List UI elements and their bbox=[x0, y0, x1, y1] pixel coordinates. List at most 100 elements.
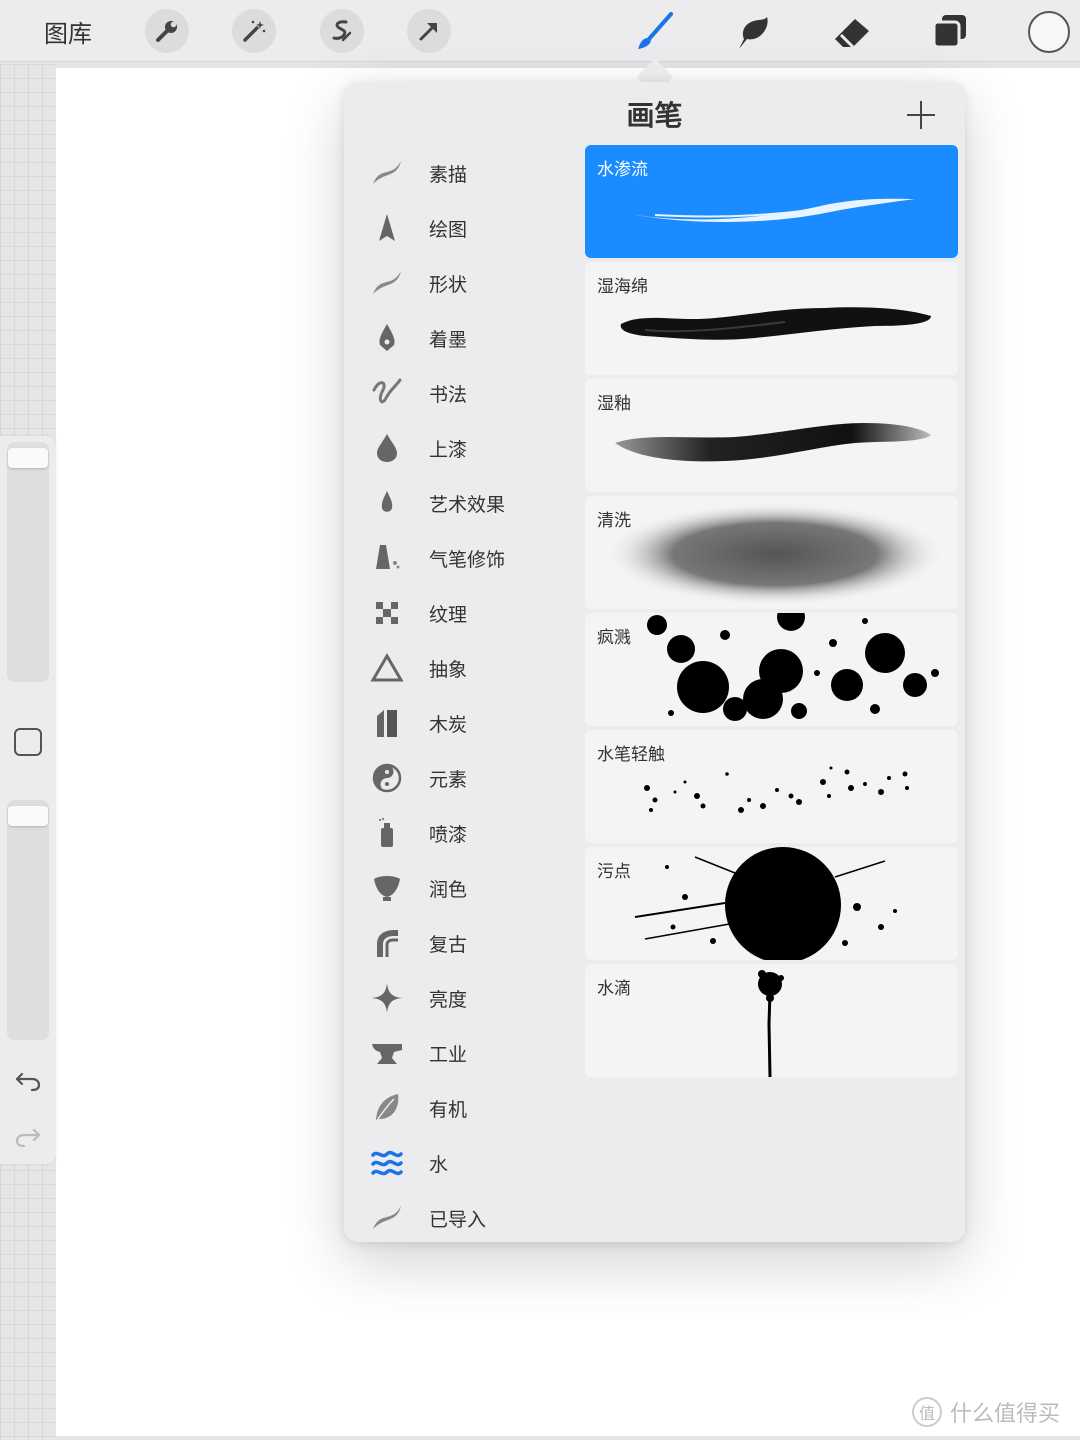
opacity-slider[interactable] bbox=[7, 800, 49, 1040]
brush-name: 污点 bbox=[597, 862, 631, 882]
leaf-icon bbox=[370, 1091, 404, 1125]
adjustments-button[interactable] bbox=[232, 9, 276, 53]
brush-stroke-preview bbox=[605, 502, 945, 606]
category-label: 绘图 bbox=[429, 218, 468, 241]
eraser-icon bbox=[835, 19, 869, 49]
category-label: 已导入 bbox=[429, 1208, 487, 1231]
category-label: 有机 bbox=[429, 1098, 468, 1121]
left-sidebar bbox=[0, 436, 56, 1164]
color-picker-button[interactable] bbox=[1028, 11, 1070, 53]
category-label: 气笔修饰 bbox=[429, 548, 506, 571]
category-item[interactable]: 素描 bbox=[344, 146, 574, 200]
gallery-button[interactable]: 图库 bbox=[44, 14, 92, 49]
category-item[interactable]: 纹理 bbox=[344, 586, 574, 640]
brush-tool-button[interactable] bbox=[633, 9, 677, 53]
transform-button[interactable] bbox=[407, 9, 451, 53]
category-item[interactable]: 有机 bbox=[344, 1081, 574, 1135]
anvil-icon bbox=[370, 1036, 404, 1070]
category-label: 纹理 bbox=[429, 603, 468, 626]
brush-item[interactable]: 水笔轻触 bbox=[585, 730, 958, 843]
brush-item[interactable]: 湿釉 bbox=[585, 379, 958, 492]
category-item[interactable]: 形状 bbox=[344, 256, 574, 310]
smudge-tool-button[interactable] bbox=[731, 9, 775, 53]
category-label: 抽象 bbox=[429, 658, 468, 681]
category-item[interactable]: 抽象 bbox=[344, 641, 574, 695]
touchup-icon bbox=[370, 871, 404, 905]
category-item[interactable]: 木炭 bbox=[344, 696, 574, 750]
paint-drop-icon bbox=[370, 431, 404, 465]
top-toolbar: 图库 bbox=[0, 0, 1080, 62]
airbrush-icon bbox=[370, 541, 404, 575]
abstract-icon bbox=[370, 651, 404, 685]
redo-icon[interactable] bbox=[14, 1122, 42, 1150]
charcoal-icon bbox=[370, 706, 404, 740]
category-label: 木炭 bbox=[429, 713, 468, 736]
brush-item[interactable]: 清洗 bbox=[585, 496, 958, 609]
brush-name: 水滴 bbox=[597, 979, 631, 999]
category-label: 水 bbox=[429, 1153, 449, 1176]
brush-name: 水笔轻触 bbox=[597, 745, 665, 765]
category-item[interactable]: 复古 bbox=[344, 916, 574, 970]
category-item[interactable]: 喷漆 bbox=[344, 806, 574, 860]
watermark-text: 什么值得买 bbox=[950, 1402, 1061, 1427]
category-item[interactable]: 气笔修饰 bbox=[344, 531, 574, 585]
category-label: 艺术效果 bbox=[429, 493, 506, 516]
actions-button[interactable] bbox=[145, 9, 189, 53]
brush-stroke-preview bbox=[758, 970, 784, 1077]
category-label: 工业 bbox=[429, 1043, 468, 1066]
brush-name: 疯溅 bbox=[597, 628, 631, 648]
brush-size-handle[interactable] bbox=[8, 448, 48, 468]
brush-item-selected[interactable]: 水渗流 bbox=[585, 145, 958, 258]
category-label: 形状 bbox=[429, 273, 468, 296]
pen-nib-icon bbox=[370, 321, 404, 355]
brush-name: 水渗流 bbox=[597, 160, 648, 180]
category-label: 上漆 bbox=[429, 438, 468, 461]
category-item[interactable]: 着墨 bbox=[344, 311, 574, 365]
category-item[interactable]: 书法 bbox=[344, 366, 574, 420]
brush-stroke-preview bbox=[634, 847, 897, 960]
category-item[interactable]: 亮度 bbox=[344, 971, 574, 1025]
smudge-icon bbox=[739, 17, 768, 49]
artistic-icon bbox=[370, 486, 404, 520]
category-item[interactable]: 润色 bbox=[344, 861, 574, 915]
category-label: 亮度 bbox=[429, 988, 468, 1011]
category-label: 书法 bbox=[429, 383, 468, 406]
eraser-tool-button[interactable] bbox=[831, 9, 875, 53]
add-brush-icon[interactable] bbox=[904, 98, 938, 132]
opacity-handle[interactable] bbox=[8, 806, 48, 826]
category-item[interactable]: 元素 bbox=[344, 751, 574, 805]
category-item[interactable]: 绘图 bbox=[344, 201, 574, 255]
category-label: 喷漆 bbox=[429, 823, 468, 846]
spray-can-icon bbox=[370, 816, 404, 850]
brush-item[interactable]: 湿海绵 bbox=[585, 262, 958, 375]
inking-icon bbox=[370, 211, 404, 245]
category-item[interactable]: 工业 bbox=[344, 1026, 574, 1080]
category-item[interactable]: 艺术效果 bbox=[344, 476, 574, 530]
brush-stroke-preview bbox=[647, 613, 939, 721]
brush-name: 清洗 bbox=[597, 511, 631, 531]
calligraphy-icon bbox=[370, 376, 404, 410]
category-item-water[interactable]: 水 bbox=[344, 1136, 574, 1190]
brush-size-slider[interactable] bbox=[7, 442, 49, 682]
brush-item[interactable]: 水滴 bbox=[585, 964, 958, 1077]
brush-item[interactable]: 污点 bbox=[585, 847, 958, 960]
imported-icon bbox=[370, 1201, 404, 1235]
category-label: 着墨 bbox=[429, 328, 468, 351]
sketching-icon bbox=[370, 156, 404, 190]
brush-item[interactable]: 疯溅 bbox=[585, 613, 958, 726]
layers-tool-button[interactable] bbox=[928, 9, 972, 53]
category-item[interactable]: 上漆 bbox=[344, 421, 574, 475]
selection-icon bbox=[332, 20, 352, 42]
modify-button[interactable] bbox=[14, 728, 42, 756]
undo-icon[interactable] bbox=[14, 1066, 42, 1094]
selection-button[interactable] bbox=[320, 9, 364, 53]
elements-icon bbox=[370, 761, 404, 795]
category-item[interactable]: 已导入 bbox=[344, 1191, 574, 1245]
popover-title: 画笔 bbox=[626, 99, 683, 132]
sparkle-icon bbox=[370, 981, 404, 1015]
shape-icon bbox=[370, 266, 404, 300]
water-waves-icon bbox=[370, 1146, 404, 1180]
texture-icon bbox=[370, 596, 404, 630]
watermark-logo-icon: 值 bbox=[912, 1397, 942, 1427]
wrench-icon bbox=[156, 21, 177, 42]
